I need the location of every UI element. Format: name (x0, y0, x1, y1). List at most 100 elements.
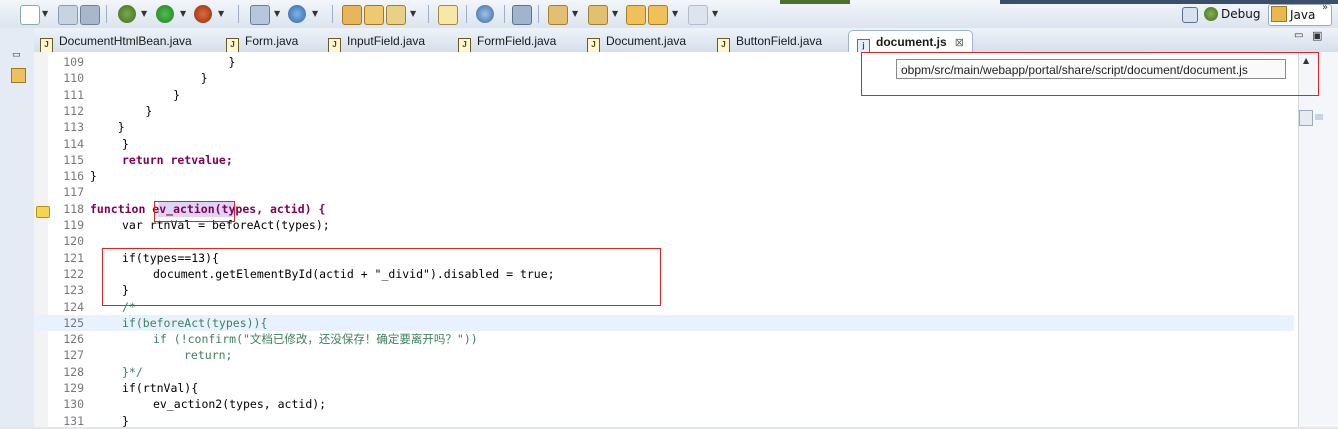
new-dropdown-icon[interactable]: ▼ (42, 9, 48, 18)
code-line[interactable]: 127 return; (34, 347, 1294, 363)
tab-label: ButtonField.java (736, 34, 823, 48)
run-dropdown-icon[interactable]: ▼ (180, 9, 186, 18)
close-tab-icon[interactable]: ⊠ (955, 37, 964, 49)
toolbar-separator (106, 5, 107, 23)
line-number: 115 (63, 152, 84, 167)
new-server-dropdown-icon[interactable]: ▼ (274, 9, 280, 18)
back-menu-icon[interactable]: ▼ (672, 9, 678, 18)
code-line[interactable]: 129 if(rtnVal){ (34, 380, 1294, 396)
java-file-icon: J (458, 38, 471, 53)
pencil-dropdown-icon[interactable]: ▼ (410, 9, 416, 18)
external-tools-icon[interactable] (194, 5, 212, 23)
code-line[interactable]: 128}*/ (34, 364, 1294, 380)
open-type-icon[interactable] (342, 5, 362, 25)
maximize-editor-icon[interactable]: ▣ (1312, 29, 1322, 42)
java-file-icon: J (587, 38, 600, 53)
code-line-current[interactable]: 125 if(beforeAct(types)){ (34, 314, 1294, 332)
code-text: ev_action2(types, actid); (153, 397, 327, 412)
toolbar-separator (332, 5, 333, 23)
code-text: } (122, 413, 129, 428)
window-titlebar-fragment (780, 0, 850, 4)
line-number: 110 (63, 71, 84, 86)
debug-dropdown-icon[interactable]: ▼ (141, 9, 147, 18)
tab-document-js[interactable]: j document.js ⊠ (848, 30, 973, 54)
toolbar-separator (428, 5, 429, 23)
line-number: 130 (63, 397, 84, 412)
code-line[interactable]: 116} (34, 168, 1294, 184)
code-editor[interactable]: 109 } 110 } 111 } 112 } 113 } 114} 115 re… (34, 52, 1314, 429)
pin-icon[interactable] (512, 5, 532, 25)
tab-inputfield[interactable]: J InputField.java (328, 30, 426, 53)
scroll-thumb[interactable] (1299, 110, 1313, 126)
minimized-views-strip: ▭ (0, 28, 35, 427)
code-text: return; (184, 348, 233, 363)
code-line[interactable]: 117 (34, 184, 1294, 200)
line-number: 113 (63, 120, 84, 135)
forward-icon[interactable] (688, 5, 708, 25)
open-perspective-icon[interactable] (1182, 7, 1198, 23)
code-line[interactable]: 112 } (34, 103, 1294, 119)
back-icon[interactable] (626, 5, 646, 25)
java-perspective-icon (1271, 6, 1287, 22)
open-resource-icon[interactable] (364, 5, 384, 25)
code-line[interactable]: 114} (34, 136, 1294, 152)
code-line[interactable]: 115 return retvalue; (34, 152, 1294, 168)
line-number: 117 (63, 185, 84, 200)
line-number: 127 (63, 348, 84, 363)
line-number: 126 (63, 332, 84, 347)
debug-icon[interactable] (118, 5, 136, 23)
line-number: 123 (63, 283, 84, 298)
code-text: }*/ (122, 364, 143, 379)
globe-dropdown-icon[interactable]: ▼ (312, 9, 318, 18)
tab-document[interactable]: J Document.java (587, 30, 686, 53)
tab-documenthtmlbean[interactable]: J DocumentHtmlBean.java (40, 30, 192, 53)
save-icon[interactable] (58, 5, 78, 25)
tab-label: InputField.java (347, 34, 426, 48)
line-number: 109 (63, 55, 84, 69)
tab-form[interactable]: J Form.java (226, 30, 299, 53)
forward-dropdown-icon[interactable]: ▼ (712, 9, 718, 18)
back-dropdown-icon[interactable] (648, 5, 668, 25)
code-text: } (90, 87, 181, 102)
code-line[interactable]: 126 if (!confirm("文档已修改，还没保存！确定要离开吗？")) (34, 331, 1294, 347)
package-explorer-icon[interactable] (11, 68, 26, 83)
main-toolbar: ▼ ▼ ▼ ▼ ▼ ▼ ▼ ▼ ▼ ▼ ▼ Debug Java » (0, 0, 1338, 29)
restore-icon[interactable]: ▭ (12, 50, 21, 60)
pencil-icon[interactable] (386, 5, 406, 25)
debug-perspective-icon (1204, 7, 1218, 21)
run-icon[interactable] (156, 5, 174, 23)
code-line[interactable]: 113 } (34, 119, 1294, 135)
line-number: 114 (63, 136, 84, 151)
print-icon[interactable] (80, 5, 100, 25)
line-number: 112 (63, 103, 84, 118)
minimize-editor-icon[interactable]: ▭ (1294, 30, 1303, 41)
new-icon[interactable] (20, 5, 40, 25)
line-number: 116 (63, 169, 84, 184)
next-annotation-icon[interactable] (548, 5, 568, 25)
override-marker-icon[interactable] (36, 206, 50, 218)
toolbar-separator (538, 5, 539, 23)
line-number: 129 (63, 381, 84, 395)
tab-buttonfield[interactable]: J ButtonField.java (717, 30, 823, 53)
tab-label: FormField.java (477, 34, 557, 48)
external-tools-dropdown-icon[interactable]: ▼ (218, 9, 224, 18)
toggle-mark-occurrences-icon[interactable] (438, 5, 458, 25)
code-line[interactable]: 130 ev_action2(types, actid); (34, 396, 1294, 412)
tab-label: Form.java (245, 34, 299, 48)
overview-marker (1315, 114, 1323, 120)
perspective-debug[interactable]: Debug (1204, 4, 1260, 24)
toolbar-separator (466, 5, 467, 23)
more-perspectives-icon[interactable]: » (1322, 2, 1328, 13)
globe-icon[interactable] (288, 5, 306, 23)
new-server-icon[interactable] (250, 5, 270, 25)
code-line[interactable]: 131} (34, 413, 1294, 429)
code-text: if(beforeAct(types)){ (122, 315, 268, 330)
previous-annotation-dropdown-icon[interactable]: ▼ (612, 9, 618, 18)
line-number: 121 (63, 250, 84, 265)
next-annotation-dropdown-icon[interactable]: ▼ (572, 9, 578, 18)
line-number: 120 (63, 234, 84, 249)
tab-formfield[interactable]: J FormField.java (458, 30, 557, 53)
previous-annotation-icon[interactable] (588, 5, 608, 25)
code-text: } (90, 103, 153, 118)
web-browser-icon[interactable] (476, 5, 494, 23)
